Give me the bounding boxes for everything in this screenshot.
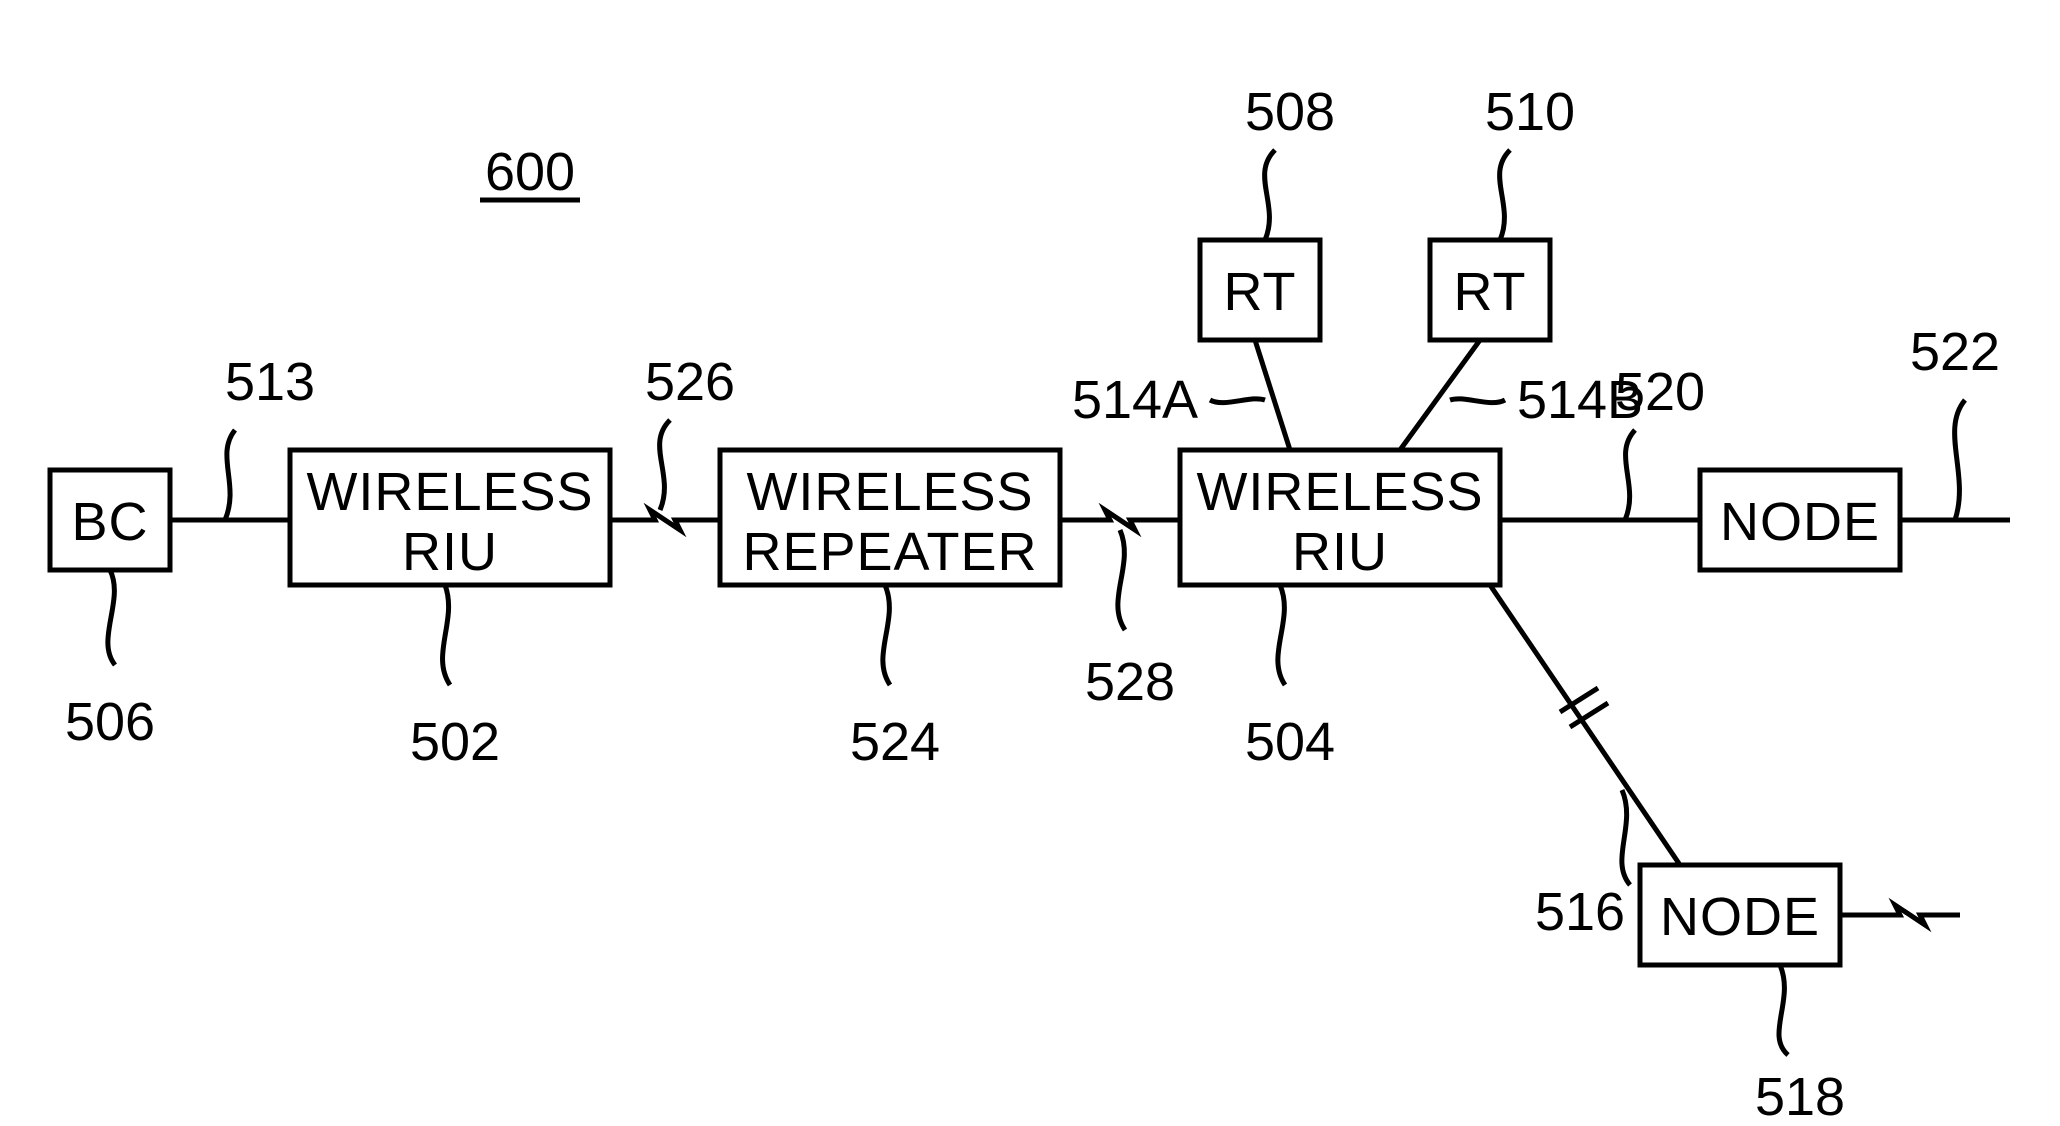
ref-line-520 (1625, 430, 1635, 520)
ref-line-524 (883, 585, 890, 685)
conn-repeater-riu2 (1060, 510, 1180, 530)
conn-riu2-rt1 (1255, 340, 1290, 450)
ref-line-504 (1278, 585, 1285, 685)
wireless-riu-2-label-line1: WIRELESS (1196, 462, 1483, 522)
ref-522: 522 (1910, 322, 2000, 382)
ref-518: 518 (1755, 1067, 1845, 1126)
ref-line-510 (1500, 150, 1510, 240)
ref-520: 520 (1615, 362, 1705, 422)
ref-line-522 (1955, 400, 1965, 520)
ref-514A: 514A (1072, 370, 1198, 430)
ref-513: 513 (225, 352, 315, 412)
wireless-riu-1-label-line1: WIRELESS (306, 462, 593, 522)
ref-516: 516 (1535, 882, 1625, 942)
rt-2-label: RT (1453, 262, 1526, 322)
node-top-label: NODE (1720, 492, 1880, 552)
conn-riu2-rt2 (1400, 340, 1480, 450)
ref-line-516 (1622, 790, 1630, 885)
ref-line-528 (1118, 530, 1125, 630)
ref-line-518 (1779, 965, 1788, 1055)
figure-ref-600: 600 (485, 142, 575, 202)
bc-label: BC (71, 492, 148, 552)
ref-506: 506 (65, 692, 155, 752)
ref-528: 528 (1085, 652, 1175, 712)
ref-line-508 (1265, 150, 1275, 240)
wireless-riu-2-label-line2: RIU (1292, 522, 1388, 582)
ref-line-506 (108, 570, 115, 665)
ref-line-513 (225, 430, 235, 520)
ref-line-526 (660, 420, 670, 510)
ref-line-502 (443, 585, 450, 685)
ref-502: 502 (410, 712, 500, 772)
wireless-repeater-label-line1: WIRELESS (746, 462, 1033, 522)
node-bottom-label: NODE (1660, 887, 1820, 947)
wireless-riu-1-label-line2: RIU (402, 522, 498, 582)
diagram-canvas: 600 BC WIRELESS RIU WIRELESS REPEATER WI… (0, 0, 2060, 1126)
ref-524: 524 (850, 712, 940, 772)
ref-510: 510 (1485, 82, 1575, 142)
conn-nodebot-right (1840, 905, 1960, 925)
wireless-repeater-label-line2: REPEATER (742, 522, 1037, 582)
ref-508: 508 (1245, 82, 1335, 142)
ref-line-514B (1450, 399, 1505, 403)
ref-line-514A (1210, 399, 1265, 403)
ref-526: 526 (645, 352, 735, 412)
conn-riu1-repeater (610, 510, 720, 530)
rt-1-label: RT (1223, 262, 1296, 322)
conn-riu2-nodebot (1490, 585, 1680, 865)
ref-504: 504 (1245, 712, 1335, 772)
